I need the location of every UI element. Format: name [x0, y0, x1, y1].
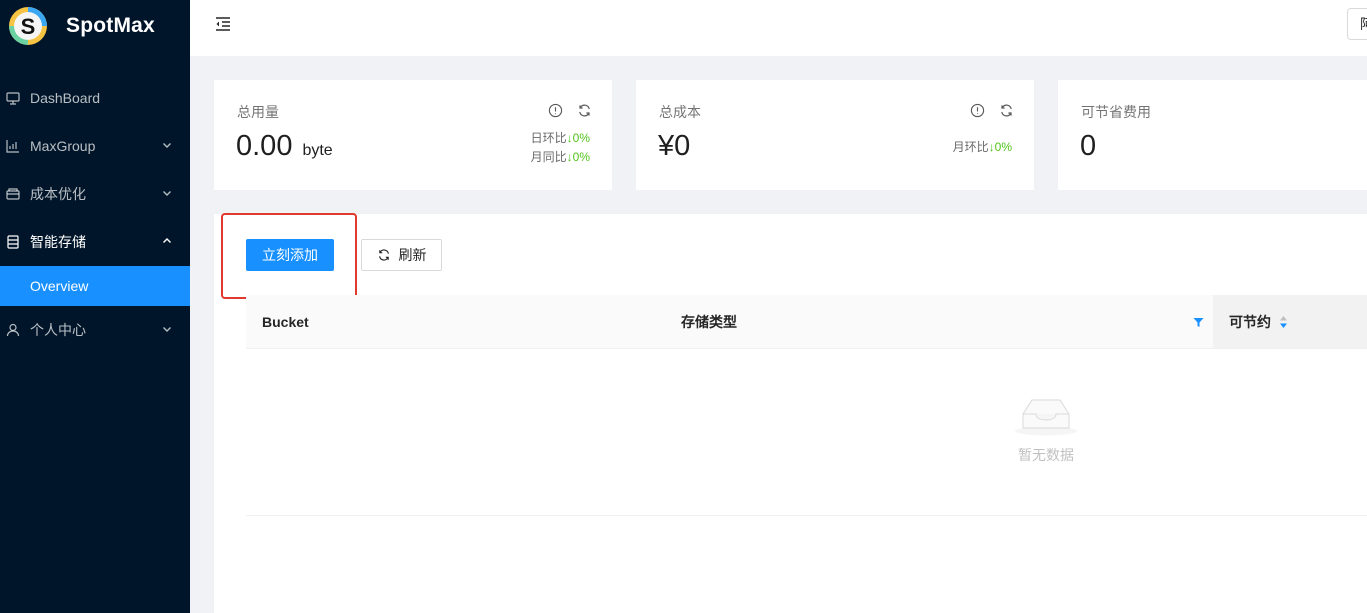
database-icon [6, 235, 20, 249]
add-now-label: 立刻添加 [262, 247, 318, 263]
stat-unit: byte [302, 142, 333, 159]
stat-title: 可节省费用 [1081, 104, 1151, 120]
sidebar-subitem-label: Overview [30, 278, 89, 294]
filter-icon[interactable] [1193, 317, 1204, 328]
info-icon[interactable] [970, 103, 985, 118]
trend-pct: 0% [994, 140, 1012, 154]
empty-state: 暂无数据 [1000, 394, 1092, 465]
stat-card-savable-cost: 可节省费用 0 [1058, 80, 1367, 190]
trend-pct: 0% [572, 131, 590, 145]
stat-card-total-usage: 总用量 0.00 byte 日环比↓0% 月同比↓0% [214, 80, 612, 190]
add-now-button[interactable]: 立刻添加 [246, 239, 334, 271]
reload-icon [378, 249, 389, 261]
stat-trend-month: 月同比↓0% [531, 148, 590, 165]
trend-pct: 0% [572, 150, 590, 164]
storage-panel [214, 214, 1367, 613]
header-action-label: 阿 [1360, 16, 1367, 32]
header-action-button[interactable]: 阿 [1347, 8, 1367, 40]
info-icon[interactable] [548, 103, 563, 118]
chevron-down-icon [163, 327, 171, 332]
sidebar-menu: DashBoard MaxGroup 成本优化 智能存储 Overview 个人… [0, 74, 190, 354]
column-label: 可节约 [1229, 314, 1271, 330]
column-header-bucket: Bucket [262, 295, 309, 349]
chevron-down-icon [163, 191, 171, 196]
app-name: SpotMax [66, 14, 155, 37]
table-header: Bucket 存储类型 可节约 [246, 295, 1367, 349]
trend-label: 月同比 [530, 150, 567, 164]
column-label: Bucket [262, 314, 309, 330]
menu-fold-icon[interactable] [214, 15, 232, 33]
refresh-icon[interactable] [999, 103, 1014, 118]
sidebar-item-cost-optimization[interactable]: 成本优化 [0, 170, 190, 218]
top-header: 阿 [190, 0, 1367, 56]
stat-card-actions [970, 103, 1014, 118]
stat-title: 总成本 [659, 104, 701, 120]
svg-text:S: S [21, 14, 36, 39]
wallet-icon [6, 187, 20, 201]
spotmax-logo-icon: S [9, 7, 47, 45]
stat-number: ¥0 [658, 130, 691, 162]
sidebar-subitem-overview[interactable]: Overview [0, 266, 190, 306]
app-logo[interactable]: S SpotMax [8, 4, 155, 48]
desktop-icon [6, 91, 20, 105]
stat-value: ¥0 [658, 130, 690, 163]
chevron-up-icon [163, 238, 171, 243]
sidebar-item-label: DashBoard [30, 90, 101, 106]
stat-card-actions [548, 103, 592, 118]
trend-label: 日环比 [530, 131, 567, 145]
sort-icon[interactable] [1279, 315, 1288, 329]
user-icon [6, 323, 20, 337]
table-bottom-border [246, 515, 1367, 516]
stat-trend-day: 日环比↓0% [531, 129, 590, 146]
refresh-button[interactable]: 刷新 [361, 239, 442, 271]
stat-trend-month: 月环比↓0% [953, 138, 1012, 155]
stat-value: 0.00 byte [236, 130, 333, 163]
bar-chart-icon [6, 139, 20, 153]
chevron-down-icon [163, 143, 171, 148]
sidebar: S SpotMax DashBoard MaxGroup 成本优化 智能存储 O… [0, 0, 190, 613]
sidebar-item-smart-storage[interactable]: 智能存储 [0, 218, 190, 266]
empty-inbox-icon [1015, 399, 1077, 436]
sidebar-item-dashboard[interactable]: DashBoard [0, 74, 190, 122]
column-header-storage-type: 存储类型 [681, 295, 737, 349]
column-header-savable[interactable]: 可节约 [1229, 295, 1288, 349]
stat-number: 0 [1080, 130, 1097, 162]
sidebar-item-personal-center[interactable]: 个人中心 [0, 306, 190, 354]
column-label: 存储类型 [681, 314, 737, 330]
refresh-label: 刷新 [398, 247, 427, 263]
stat-title: 总用量 [237, 104, 279, 120]
trend-label: 月环比 [952, 140, 989, 154]
empty-text: 暂无数据 [1018, 447, 1074, 463]
stat-value: 0 [1080, 130, 1096, 163]
sidebar-item-maxgroup[interactable]: MaxGroup [0, 122, 190, 170]
refresh-icon[interactable] [577, 103, 592, 118]
stat-number: 0.00 [236, 130, 293, 162]
stat-card-total-cost: 总成本 ¥0 月环比↓0% [636, 80, 1034, 190]
